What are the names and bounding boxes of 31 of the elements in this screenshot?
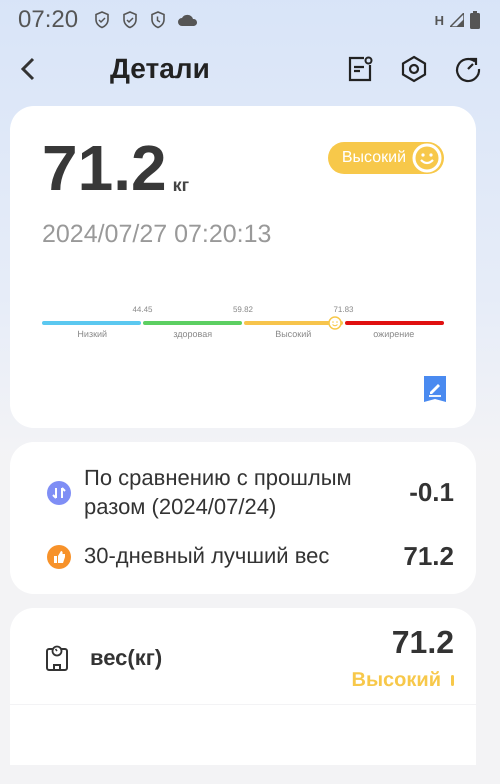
range-label: Высокий: [274, 329, 312, 339]
up-down-arrows-icon: [46, 480, 72, 506]
measurement-time: 2024/07/27 07:20:13: [42, 220, 272, 249]
status-indicator-icon: [451, 675, 454, 686]
threshold-value: 71.83: [333, 305, 354, 314]
comparison-label: 30-дневный лучший вес: [84, 542, 330, 570]
threshold-value: 44.45: [132, 305, 153, 314]
battery-icon: [470, 11, 480, 29]
metric-status: Высокий: [352, 669, 441, 692]
thumbs-up-icon: [46, 544, 72, 570]
status-badge: Высокий: [328, 142, 444, 174]
shield-clock-icon: [150, 11, 166, 29]
comparison-value: -0.1: [409, 477, 454, 508]
range-label: ожирение: [372, 329, 416, 339]
weight-unit: кг: [172, 175, 190, 196]
scale-icon: [46, 645, 68, 672]
comparison-label: По сравнению с прошлым разом (2024/07/24): [84, 464, 353, 521]
weight-value: 71.2: [42, 136, 167, 200]
metric-value: 71.2: [392, 624, 454, 662]
range-label: Низкий: [76, 329, 108, 339]
network-type: H: [434, 12, 444, 28]
comparison-value: 71.2: [403, 541, 454, 572]
metric-label: вес(кг): [90, 645, 162, 672]
signal-icon: [450, 13, 464, 27]
range-label: здоровая: [172, 329, 214, 339]
clock-time: 07:20: [18, 6, 78, 34]
threshold-value: 59.82: [232, 305, 254, 314]
page-title: Детали: [110, 53, 210, 85]
cloud-icon: [178, 14, 198, 26]
shield-check-icon: [94, 11, 110, 29]
shield-check-icon: [122, 11, 138, 29]
